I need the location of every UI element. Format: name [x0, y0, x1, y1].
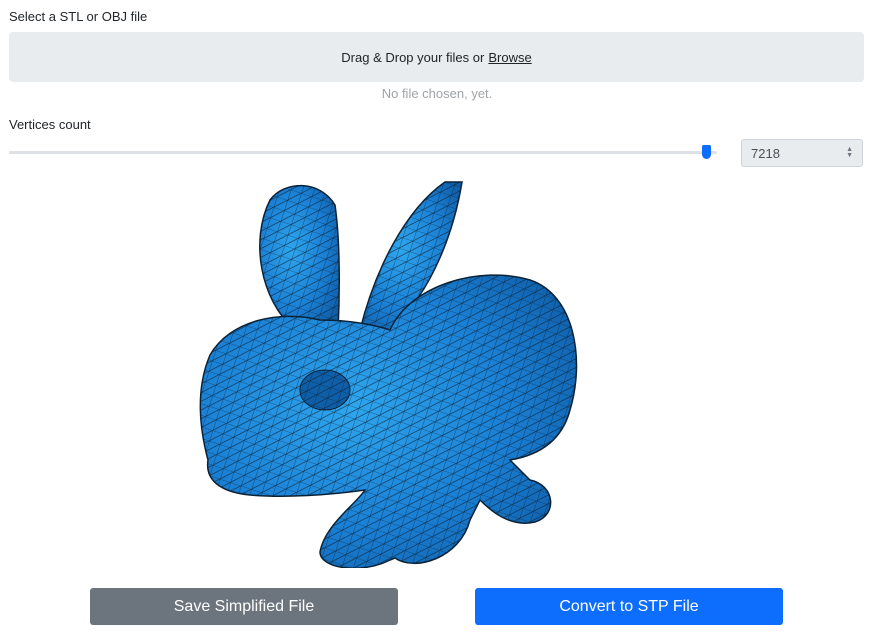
vertices-count-label: Vertices count	[9, 117, 91, 132]
browse-link[interactable]: Browse	[488, 50, 531, 65]
vertices-slider[interactable]	[9, 145, 717, 161]
file-status-text: No file chosen, yet.	[381, 86, 493, 101]
vertices-count-value: 7218	[751, 145, 780, 161]
file-select-label: Select a STL or OBJ file	[9, 9, 148, 24]
spinner-icon[interactable]: ▲ ▼	[846, 146, 853, 159]
bunny-model	[199, 181, 578, 568]
model-viewer[interactable]	[190, 180, 590, 568]
dropzone-text: Drag & Drop your files or	[341, 49, 485, 65]
spinner-down-icon[interactable]: ▼	[846, 152, 853, 159]
vertices-count-input[interactable]: 7218 ▲ ▼	[741, 139, 863, 167]
save-simplified-file-button[interactable]: Save Simplified File	[90, 588, 398, 625]
slider-track[interactable]	[9, 151, 717, 154]
convert-to-stp-button[interactable]: Convert to STP File	[475, 588, 783, 625]
file-dropzone[interactable]: Drag & Drop your files or Browse	[9, 32, 864, 82]
slider-thumb[interactable]	[702, 145, 712, 159]
